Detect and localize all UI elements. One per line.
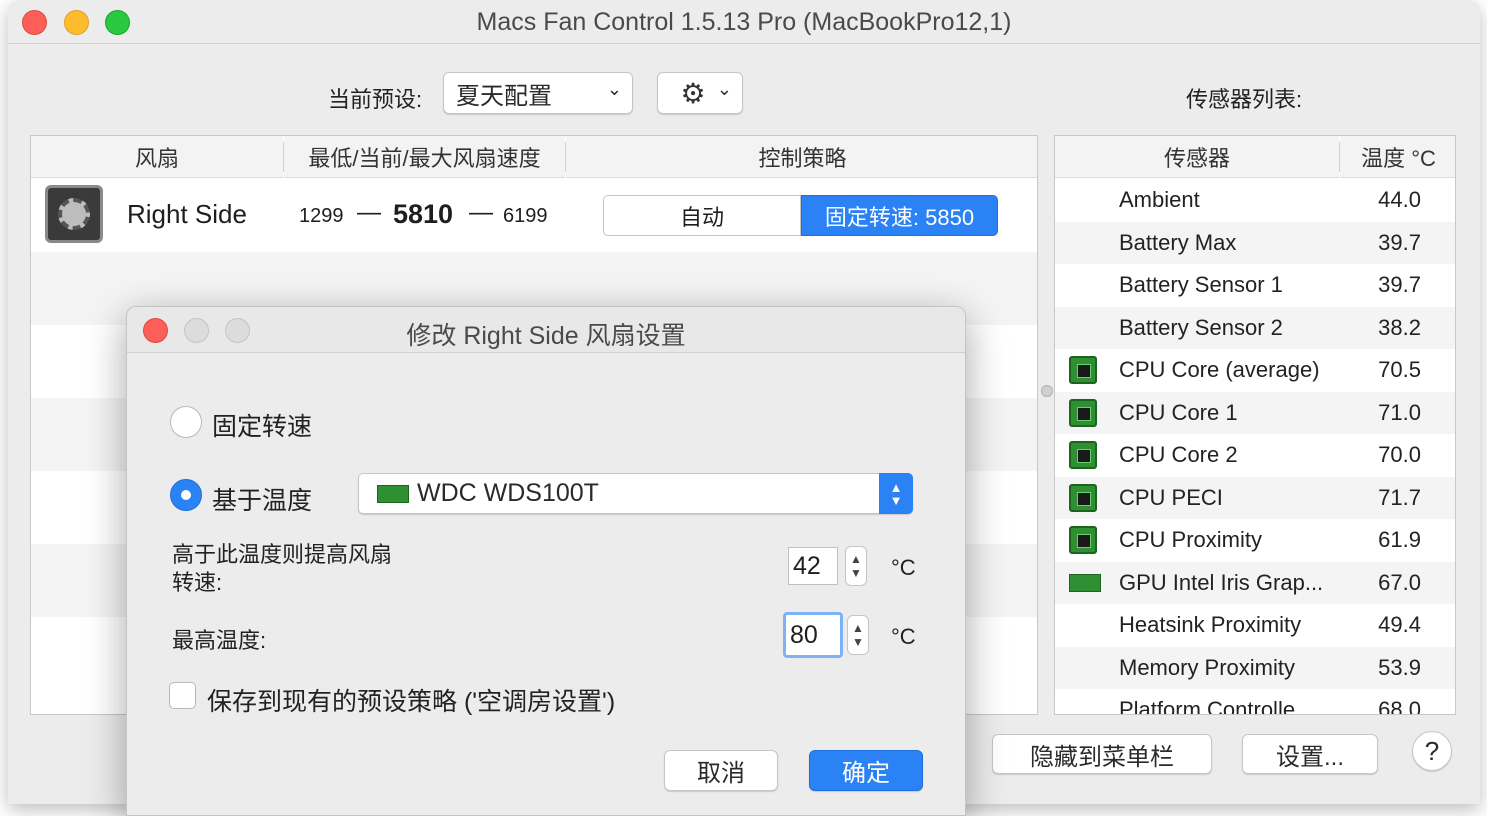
sensor-temperature: 61.9 — [1378, 527, 1421, 552]
title-bar[interactable]: Macs Fan Control 1.5.13 Pro (MacBookPro1… — [8, 0, 1480, 44]
sensor-name: Memory Proximity — [1119, 654, 1296, 680]
ok-button[interactable]: 确定 — [809, 750, 923, 791]
radio-temperature-based[interactable] — [170, 479, 202, 511]
sensor-temperature: 71.7 — [1378, 484, 1421, 510]
mode-fixed-button[interactable]: 固定转速: 5850 — [801, 195, 998, 236]
fan-row[interactable]: Right Side 1299 — 5810 — 6199 自动 固定转速: 5… — [31, 179, 1037, 252]
sensor-row[interactable]: Platform Controlle... 68.0 — [1055, 689, 1455, 715]
cpu-chip-icon — [1069, 441, 1097, 469]
select-arrows-icon: ▲ ▼ — [879, 473, 913, 514]
sensor-temperature: 71.0 — [1378, 399, 1421, 425]
preset-select[interactable]: 夏天配置 ⌄ — [443, 72, 633, 114]
sensor-name: CPU Core 1 — [1119, 399, 1238, 425]
speed-dash: — — [469, 199, 493, 226]
sensor-row[interactable]: CPU Core 1 71.0 — [1055, 391, 1455, 434]
fan-min-speed: 1299 — [299, 205, 344, 227]
column-header-sensor[interactable]: 传感器 — [1055, 136, 1339, 178]
sensor-row[interactable]: CPU Core 2 70.0 — [1055, 434, 1455, 476]
column-header-control[interactable]: 控制策略 — [566, 136, 1037, 178]
column-header-fan[interactable]: 风扇 — [31, 136, 283, 178]
sensor-name: Battery Max — [1119, 229, 1237, 255]
column-header-temperature[interactable]: 温度 °C — [1340, 136, 1455, 178]
sensor-name: Platform Controlle... — [1119, 697, 1314, 715]
dialog-title: 修改 Right Side 风扇设置 — [406, 322, 686, 350]
max-temperature-input[interactable]: 80 — [783, 612, 843, 658]
gear-icon: ⚙ — [680, 77, 706, 109]
sensor-name: CPU Core 2 — [1119, 442, 1238, 467]
settings-button[interactable]: 设置... — [1242, 734, 1378, 774]
save-preset-checkbox[interactable] — [169, 682, 196, 709]
fan-current-speed: 5810 — [393, 199, 454, 229]
raise-temperature-stepper[interactable]: ▲ ▼ — [845, 546, 867, 586]
sensor-temperature: 49.4 — [1378, 612, 1421, 637]
sensor-name: CPU PECI — [1119, 484, 1223, 510]
sensor-temperature: 70.5 — [1378, 357, 1421, 382]
column-header-speed[interactable]: 最低/当前/最大风扇速度 — [284, 136, 565, 178]
sensor-table: 传感器 温度 °C Ambient 44.0 Battery Max 39.7 Batt… — [1054, 135, 1456, 715]
sensor-row[interactable]: Battery Max 39.7 — [1055, 221, 1455, 264]
max-temperature-stepper[interactable]: ▲ ▼ — [847, 615, 869, 655]
sensor-name: CPU Core (average) — [1119, 357, 1320, 382]
sensor-name: Ambient — [1119, 187, 1200, 212]
chevron-down-icon: ⌄ — [716, 79, 732, 99]
raise-temperature-input[interactable]: 42 — [788, 547, 838, 585]
sensor-temperature: 39.7 — [1378, 272, 1421, 297]
sensor-row[interactable]: CPU Proximity 61.9 — [1055, 519, 1455, 561]
sensor-select[interactable]: WDC WDS100T ▲ ▼ — [358, 473, 913, 514]
window-title: Macs Fan Control 1.5.13 Pro (MacBookPro1… — [476, 8, 1012, 36]
max-unit: °C — [891, 624, 916, 649]
sensor-temperature: 70.0 — [1378, 442, 1421, 467]
sensor-row[interactable]: CPU PECI 71.7 — [1055, 476, 1455, 519]
fan-name: Right Side — [127, 199, 247, 229]
radio-fixed-speed[interactable] — [170, 406, 202, 438]
sensor-row[interactable]: GPU Intel Iris Grap... 67.0 — [1055, 561, 1455, 604]
mode-auto-button[interactable]: 自动 — [603, 195, 801, 236]
hide-to-menubar-button[interactable]: 隐藏到菜单栏 — [992, 734, 1212, 774]
sensor-temperature: 38.2 — [1378, 314, 1421, 340]
fan-max-speed: 6199 — [503, 205, 548, 227]
sensor-select-value: WDC WDS100T — [417, 479, 599, 507]
preset-label: 当前预设: — [328, 87, 423, 112]
max-temperature-label: 最高温度: — [172, 628, 267, 653]
sensor-temperature: 67.0 — [1378, 569, 1421, 595]
cpu-chip-icon — [1069, 526, 1097, 554]
sensor-temperature: 53.9 — [1378, 654, 1421, 680]
gear-menu-button[interactable]: ⚙ ⌄ — [657, 72, 743, 114]
option-fixed-label[interactable]: 固定转速 — [212, 407, 312, 443]
chevron-down-icon: ⌄ — [606, 79, 622, 99]
cancel-button[interactable]: 取消 — [664, 750, 778, 791]
cpu-chip-icon — [1069, 356, 1097, 384]
cpu-chip-icon — [1069, 483, 1097, 512]
sensor-row[interactable]: Battery Sensor 1 39.7 — [1055, 264, 1455, 306]
cpu-chip-icon — [1069, 398, 1097, 427]
help-button[interactable]: ? — [1412, 731, 1452, 771]
split-view-divider-handle[interactable] — [1041, 385, 1053, 397]
ssd-drive-icon — [377, 484, 409, 503]
raise-unit: °C — [891, 555, 916, 580]
sensor-name: Battery Sensor 2 — [1119, 314, 1283, 340]
dialog-title-bar[interactable]: 修改 Right Side 风扇设置 — [127, 307, 965, 353]
sensor-name: GPU Intel Iris Grap... — [1119, 569, 1324, 595]
raise-threshold-label: 高于此温度则提高风扇 转速: — [172, 542, 393, 595]
save-preset-label[interactable]: 保存到现有的预设策略 ('空调房设置') — [207, 682, 615, 718]
sensor-row[interactable]: Battery Sensor 2 38.2 — [1055, 306, 1455, 349]
sensor-name: CPU Proximity — [1119, 527, 1263, 552]
preset-value: 夏天配置 — [456, 82, 552, 110]
speed-dash: — — [357, 199, 381, 226]
sensor-name: Heatsink Proximity — [1119, 612, 1302, 637]
sensor-row[interactable]: Heatsink Proximity 49.4 — [1055, 604, 1455, 646]
fan-settings-dialog: 修改 Right Side 风扇设置 固定转速 基于温度 WDC WDS100T… — [126, 306, 966, 816]
sensor-row[interactable]: Ambient 44.0 — [1055, 179, 1455, 221]
sensor-temperature: 44.0 — [1378, 187, 1421, 212]
gpu-card-icon — [1069, 573, 1101, 592]
option-temp-label[interactable]: 基于温度 — [212, 481, 312, 517]
fan-icon — [45, 185, 103, 243]
sensor-list-label: 传感器列表: — [1186, 87, 1303, 112]
sensor-temperature: 68.0 — [1378, 697, 1421, 715]
sensor-row[interactable]: Memory Proximity 53.9 — [1055, 646, 1455, 689]
sensor-temperature: 39.7 — [1378, 229, 1421, 255]
sensor-name: Battery Sensor 1 — [1119, 272, 1283, 297]
sensor-row[interactable]: CPU Core (average) 70.5 — [1055, 349, 1455, 391]
